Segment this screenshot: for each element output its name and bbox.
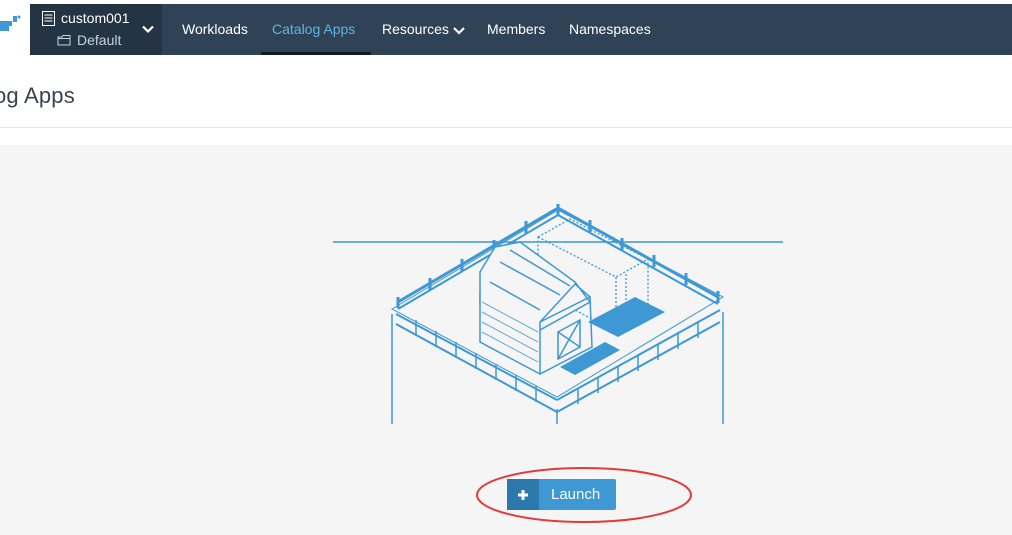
cluster-name: custom001 bbox=[61, 10, 130, 26]
top-bar: custom001 Default Workloads Catalog Apps… bbox=[0, 0, 1012, 56]
nav-resources[interactable]: Resources bbox=[371, 4, 476, 55]
page-title: og Apps bbox=[0, 83, 75, 108]
nav-members[interactable]: Members bbox=[476, 4, 556, 55]
folder-icon bbox=[57, 35, 71, 46]
empty-state-panel: Launch bbox=[0, 145, 1012, 535]
chevron-down-icon[interactable] bbox=[142, 24, 154, 34]
cluster-icon bbox=[42, 10, 55, 26]
nav-catalog-apps[interactable]: Catalog Apps bbox=[261, 4, 371, 55]
project-name: Default bbox=[77, 32, 122, 48]
logo-icon[interactable] bbox=[0, 8, 22, 48]
farm-illustration bbox=[333, 204, 783, 424]
divider bbox=[0, 127, 1012, 128]
context-switcher[interactable]: custom001 Default bbox=[30, 4, 162, 55]
nav-workloads[interactable]: Workloads bbox=[171, 4, 259, 55]
highlight-ellipse bbox=[476, 467, 692, 523]
chevron-down-icon bbox=[453, 27, 465, 35]
nav-namespaces[interactable]: Namespaces bbox=[558, 4, 662, 55]
